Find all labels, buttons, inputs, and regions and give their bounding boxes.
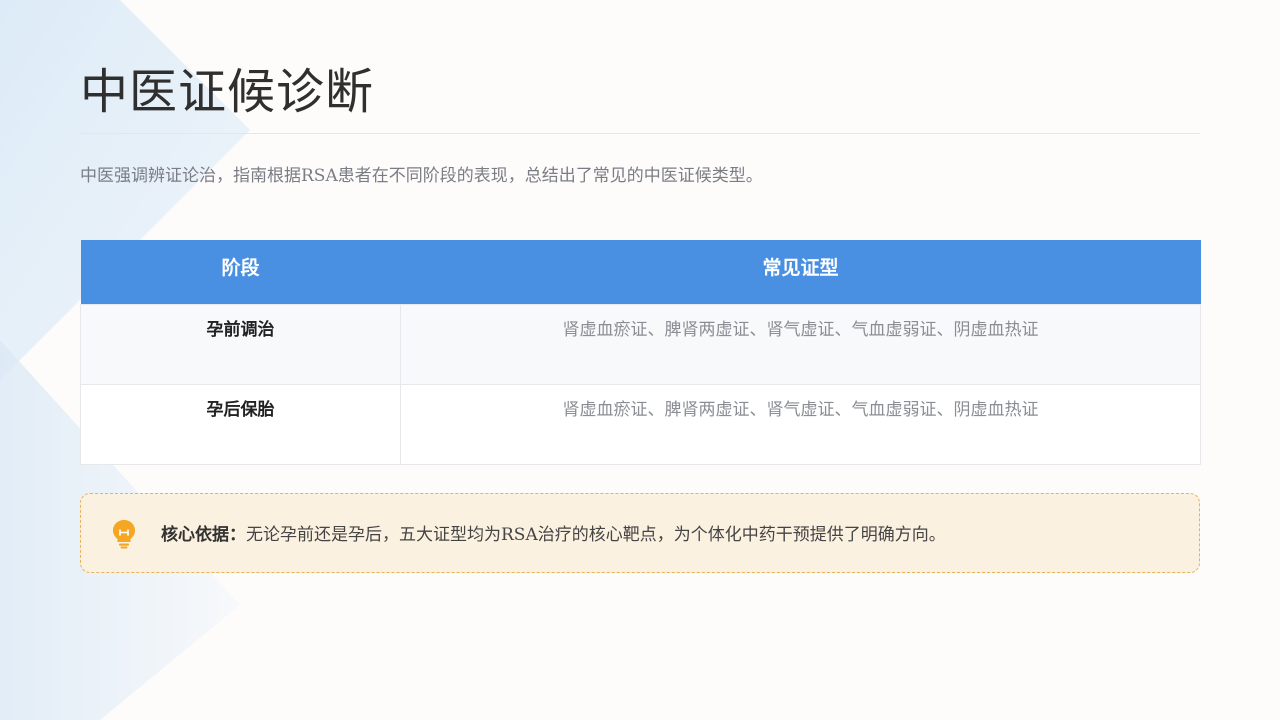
slide: 中医证候诊断 中医强调辨证论治，指南根据RSA患者在不同阶段的表现，总结出了常见… xyxy=(80,0,1201,720)
lightbulb-icon xyxy=(113,520,135,549)
callout-body: 无论孕前还是孕后，五大证型均为RSA治疗的核心靶点，为个体化中药干预提供了明确方… xyxy=(246,525,946,545)
header-stage: 阶段 xyxy=(80,240,401,304)
key-basis-callout: 核心依据：无论孕前还是孕后，五大证型均为RSA治疗的核心靶点，为个体化中药干预提… xyxy=(80,493,1200,573)
types-cell: 肾虚血瘀证、脾肾两虚证、肾气虚证、气血虚弱证、阴虚血热证 xyxy=(400,383,1201,465)
table-row: 孕后保胎 肾虚血瘀证、脾肾两虚证、肾气虚证、气血虚弱证、阴虚血热证 xyxy=(80,383,1201,465)
table-header-row: 阶段 常见证型 xyxy=(80,240,1201,304)
syndrome-table: 阶段 常见证型 孕前调治 肾虚血瘀证、脾肾两虚证、肾气虚证、气血虚弱证、阴虚血热… xyxy=(80,240,1201,465)
page-title: 中医证候诊断 xyxy=(80,64,375,120)
header-types: 常见证型 xyxy=(400,240,1201,304)
types-cell: 肾虚血瘀证、脾肾两虚证、肾气虚证、气血虚弱证、阴虚血热证 xyxy=(400,303,1201,385)
intro-text: 中医强调辨证论治，指南根据RSA患者在不同阶段的表现，总结出了常见的中医证候类型… xyxy=(80,166,763,186)
callout-lead: 核心依据： xyxy=(161,525,246,545)
stage-cell: 孕前调治 xyxy=(80,303,401,385)
table-row: 孕前调治 肾虚血瘀证、脾肾两虚证、肾气虚证、气血虚弱证、阴虚血热证 xyxy=(80,303,1201,385)
title-divider xyxy=(80,133,1200,134)
callout-text: 核心依据：无论孕前还是孕后，五大证型均为RSA治疗的核心靶点，为个体化中药干预提… xyxy=(161,522,946,548)
stage-cell: 孕后保胎 xyxy=(80,383,401,465)
